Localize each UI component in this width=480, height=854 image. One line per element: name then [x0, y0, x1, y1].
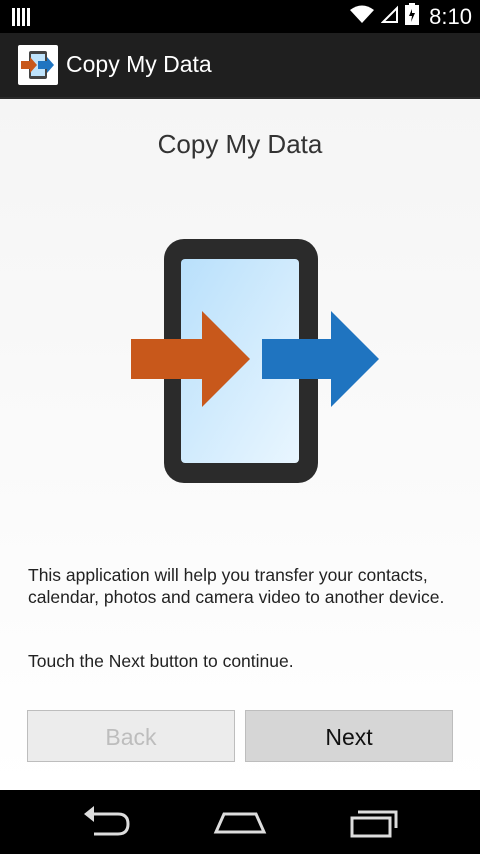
signal-bars-icon: [12, 8, 30, 31]
wifi-icon: [349, 4, 375, 29]
status-bar: 8:10: [0, 0, 480, 33]
hint-text: Touch the Next button to continue.: [28, 651, 294, 671]
next-button[interactable]: Next: [245, 710, 453, 762]
home-icon[interactable]: [212, 806, 268, 843]
action-bar: Copy My Data: [0, 33, 480, 99]
battery-icon: [405, 3, 420, 30]
description-text: This application will help you transfer …: [28, 565, 445, 607]
transfer-illustration: [128, 239, 388, 494]
back-button[interactable]: Back: [27, 710, 235, 762]
page-title: Copy My Data: [157, 129, 323, 159]
app-logo-icon: [18, 45, 58, 85]
back-icon[interactable]: [80, 806, 132, 843]
recents-icon[interactable]: [348, 806, 400, 843]
status-time: 8:10: [429, 3, 472, 29]
status-right: 8:10: [349, 0, 472, 33]
main-content: Copy My Data This application will help …: [0, 99, 480, 790]
navigation-bar: [0, 790, 480, 854]
no-signal-icon: [380, 4, 399, 29]
app-title: Copy My Data: [66, 51, 212, 77]
